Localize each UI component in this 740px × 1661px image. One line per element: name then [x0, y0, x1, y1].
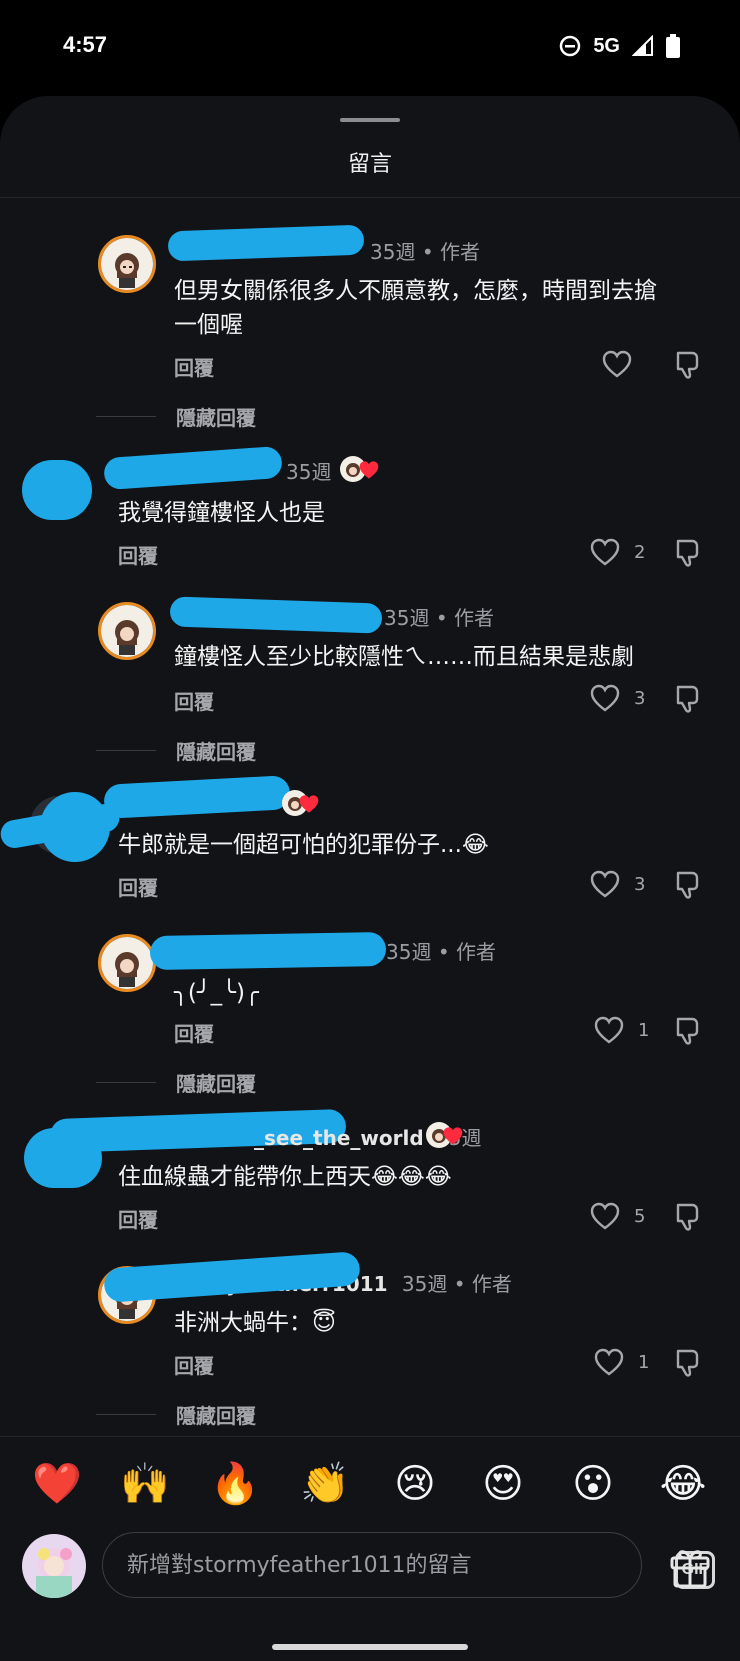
hide-replies-row[interactable]: 隱藏回覆: [96, 1400, 256, 1429]
comment-composer: GIF: [0, 1526, 740, 1636]
author-tag: • 作者: [435, 606, 494, 630]
heart-icon: [594, 1348, 624, 1376]
home-indicator[interactable]: [272, 1644, 468, 1650]
sheet-title: 留言: [347, 152, 392, 177]
like-count: 2: [634, 541, 646, 563]
reply-button[interactable]: 回覆: [174, 352, 214, 381]
comment-text: 我覺得鐘樓怪人也是: [118, 500, 325, 526]
comment-meta: 35週 • 作者: [384, 602, 494, 631]
reply-button[interactable]: 回覆: [118, 1204, 158, 1233]
emoji-surprised[interactable]: 😮: [568, 1459, 618, 1509]
emoji-laughing[interactable]: 😂: [658, 1459, 708, 1509]
dislike-icon[interactable]: [674, 870, 702, 900]
avatar[interactable]: [98, 602, 156, 660]
heart-icon: [359, 461, 379, 479]
heart-icon: [590, 870, 620, 898]
reply-button[interactable]: 回覆: [174, 1018, 214, 1047]
emoji-heart[interactable]: ❤️: [32, 1459, 82, 1509]
heart-icon: [443, 1127, 463, 1145]
heart-icon: [590, 538, 620, 566]
gift-icon[interactable]: [668, 1544, 712, 1588]
reply-button[interactable]: 回覆: [174, 1350, 214, 1379]
heart-icon: [299, 795, 319, 813]
comment-input[interactable]: [127, 1533, 547, 1597]
like-count: 5: [634, 1205, 646, 1227]
dislike-icon[interactable]: [674, 1202, 702, 1232]
timestamp: 35週: [384, 606, 430, 630]
emoji-heart-eyes[interactable]: 😍: [478, 1459, 528, 1509]
redaction-scribble: [40, 792, 110, 862]
hide-replies-row[interactable]: 隱藏回覆: [96, 736, 256, 765]
sheet-drag-handle[interactable]: [340, 118, 400, 122]
reply-button[interactable]: 回覆: [118, 540, 158, 569]
signal-icon: [632, 35, 653, 56]
battery-icon: [666, 34, 680, 58]
my-avatar: [22, 1534, 86, 1598]
dislike-icon[interactable]: [674, 1016, 702, 1046]
like-button[interactable]: 1: [594, 1016, 649, 1044]
status-time: 4:57: [63, 32, 108, 57]
dislike-icon[interactable]: [674, 1348, 702, 1378]
do-not-disturb-icon: [560, 35, 581, 57]
comment-input-box: GIF: [102, 1532, 715, 1598]
username[interactable]: _see_the_world: [254, 1126, 424, 1150]
like-count: 3: [634, 873, 646, 895]
timestamp: 35週: [370, 240, 416, 264]
dislike-icon[interactable]: [674, 684, 702, 714]
timestamp: 35週: [286, 460, 332, 484]
emoji-fire[interactable]: 🔥: [210, 1459, 260, 1509]
heart-icon: [590, 1202, 620, 1230]
like-button[interactable]: 3: [590, 684, 645, 712]
redaction-scribble: [22, 460, 92, 520]
emoji-raised-hands[interactable]: 🙌: [120, 1459, 170, 1509]
avatar[interactable]: [98, 235, 156, 293]
dislike-icon[interactable]: [674, 538, 702, 568]
like-count: 3: [634, 687, 646, 709]
hide-replies-button[interactable]: 隱藏回覆: [176, 402, 256, 431]
reply-button[interactable]: 回覆: [118, 872, 158, 901]
avatar[interactable]: [98, 934, 156, 992]
comment-text: 但男女關係很多人不願意教，怎麼，時間到去搶 一個喔: [174, 278, 657, 338]
hide-replies-button[interactable]: 隱藏回覆: [176, 1400, 256, 1429]
redaction-scribble: [149, 931, 387, 971]
author-tag: • 作者: [453, 1272, 512, 1296]
like-button[interactable]: 5: [590, 1202, 645, 1230]
like-button[interactable]: 2: [590, 538, 645, 566]
network-label: 5G: [593, 34, 620, 57]
comment-text: 非洲大蝸牛：😇: [174, 1310, 336, 1336]
reply-button[interactable]: 回覆: [174, 686, 214, 715]
comment-text: 住血線蟲才能帶你上西天😂😂😂: [118, 1164, 452, 1190]
emoji-clap[interactable]: 👏: [300, 1459, 350, 1509]
heart-icon: [594, 1016, 624, 1044]
comment-meta: 35週 • 作者: [386, 936, 496, 965]
author-tag: • 作者: [437, 940, 496, 964]
hide-replies-row[interactable]: 隱藏回覆: [96, 1068, 256, 1097]
emoji-reaction-bar: ❤️ 🙌 🔥 👏 😢 😍 😮 😂: [0, 1436, 740, 1526]
emoji-crying[interactable]: 😢: [390, 1459, 440, 1509]
timestamp: 35週: [386, 940, 432, 964]
hide-replies-button[interactable]: 隱藏回覆: [176, 736, 256, 765]
like-button[interactable]: 3: [590, 870, 645, 898]
dislike-icon[interactable]: [674, 350, 702, 380]
sheet-divider: [0, 197, 740, 198]
status-bar: 4:57 5G: [0, 0, 740, 100]
like-count: 1: [638, 1351, 650, 1373]
comment-text: ╮(╯_╰)╭: [174, 980, 259, 1006]
heart-icon: [602, 350, 632, 378]
comment-text: 牛郎就是一個超可怕的犯罪份子...😂: [118, 832, 489, 858]
status-icons: 5G: [559, 34, 680, 58]
timestamp: 35週: [401, 1272, 448, 1296]
author-tag: • 作者: [421, 240, 480, 264]
like-count: 1: [638, 1019, 650, 1041]
like-button[interactable]: [602, 350, 632, 378]
comment-text: 鐘樓怪人至少比較隱性ㄟ……而且結果是悲劇: [174, 644, 634, 670]
heart-icon: [590, 684, 620, 712]
comment-meta: 35週: [286, 456, 331, 485]
hide-replies-button[interactable]: 隱藏回覆: [176, 1068, 256, 1097]
like-button[interactable]: 1: [594, 1348, 649, 1376]
hide-replies-row[interactable]: 隱藏回覆: [96, 402, 256, 431]
